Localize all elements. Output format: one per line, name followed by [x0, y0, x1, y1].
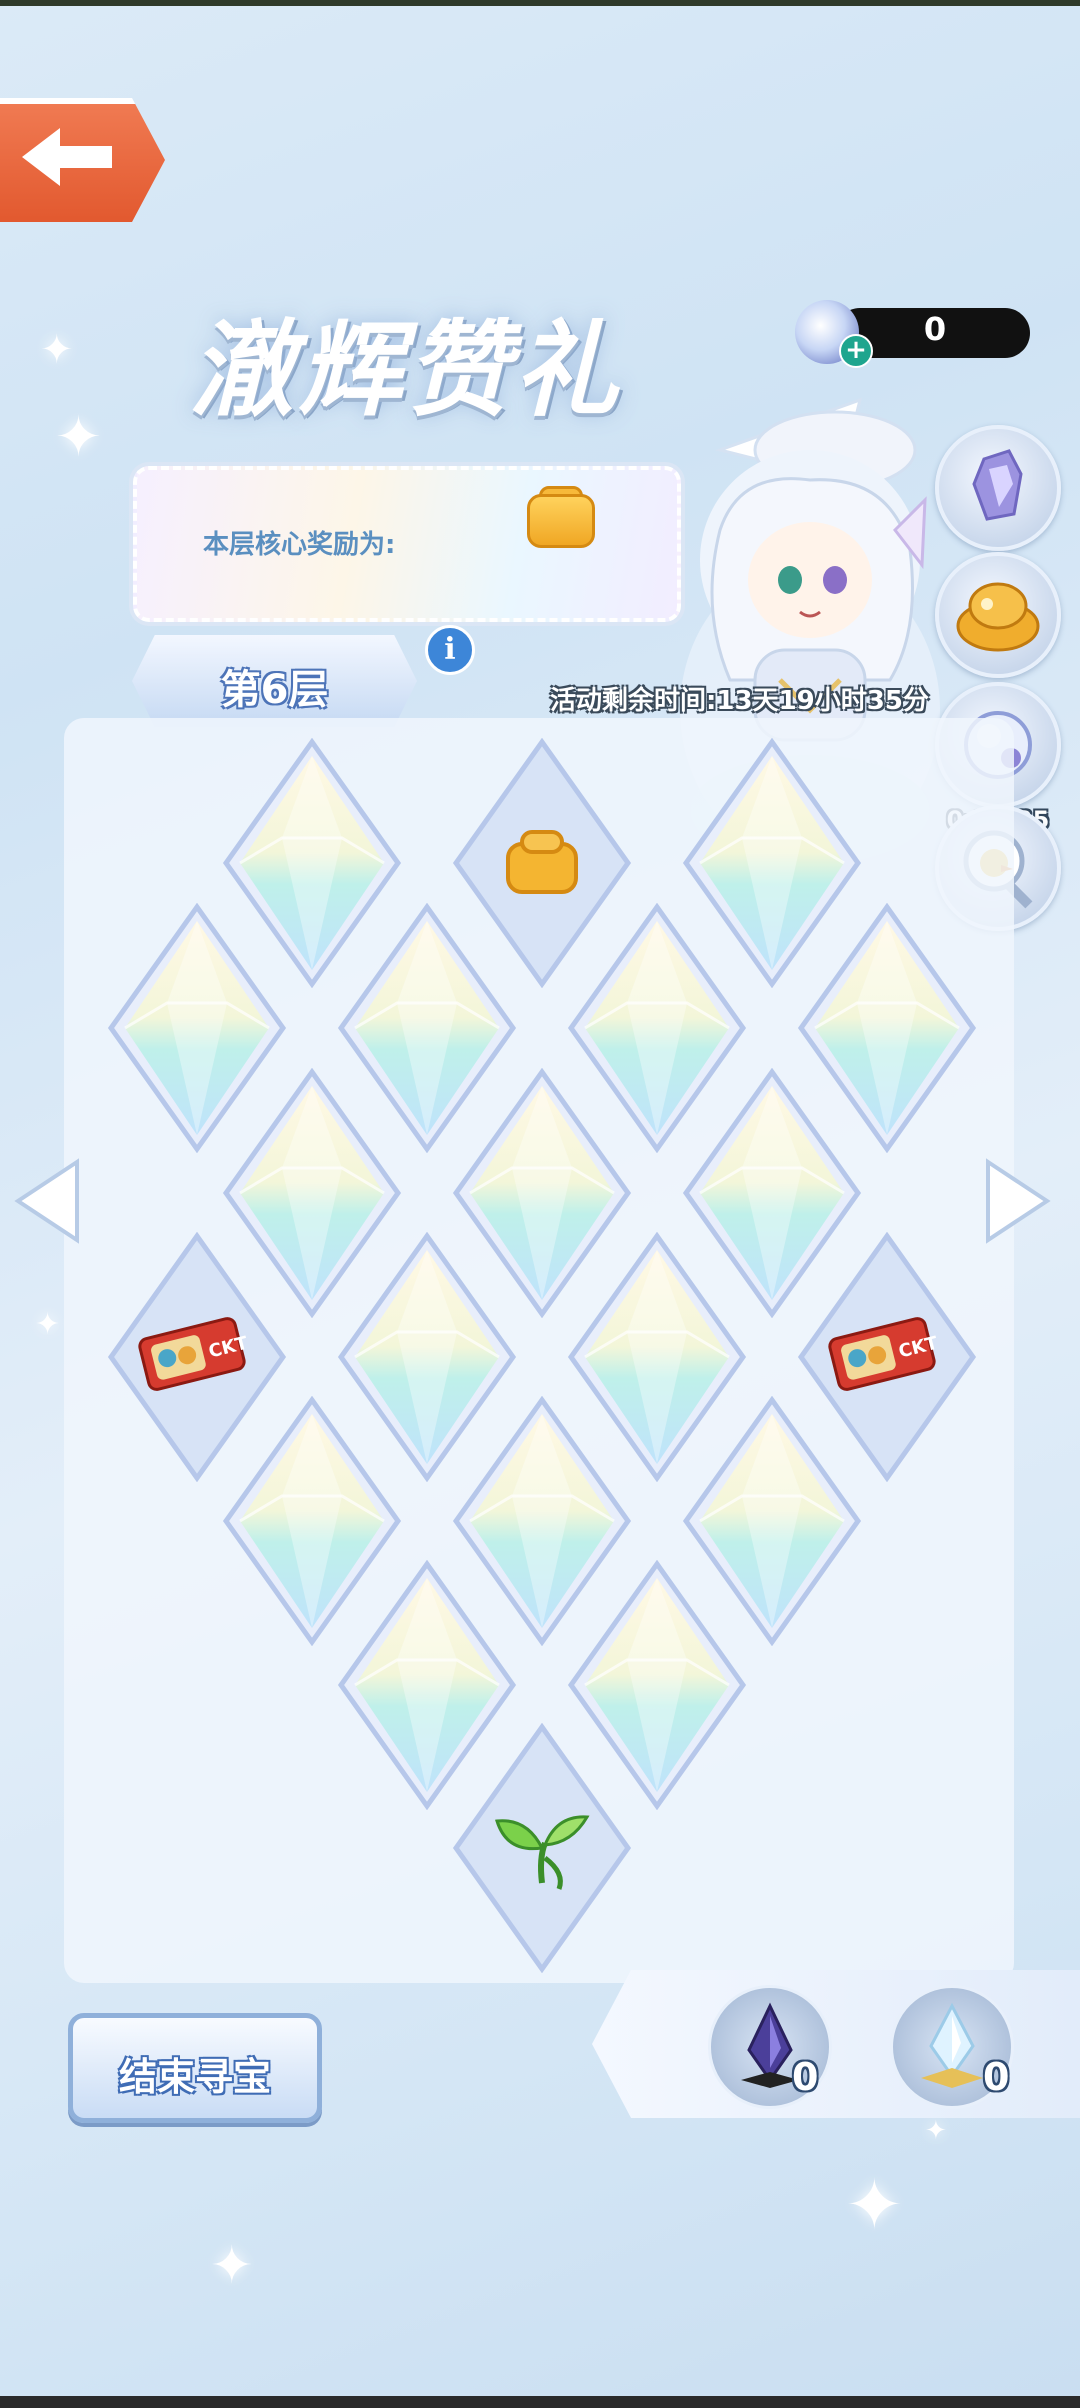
sparkle-icon: ✦: [845, 2164, 904, 2246]
treasure-bag-icon: [506, 830, 578, 894]
golden-pile-icon: [956, 582, 1040, 652]
floor-label: 第6层: [220, 667, 329, 713]
info-button[interactable]: i: [425, 625, 475, 675]
currency-value: 0: [923, 310, 947, 348]
side-button-gold[interactable]: [935, 552, 1061, 678]
ticket-icon: CKT: [828, 1317, 937, 1391]
light-crystal-count: 0: [983, 2055, 1010, 2099]
dark-crystal-count: 0: [792, 2055, 819, 2099]
end-treasure-hunt-button[interactable]: 结束寻宝: [68, 2013, 322, 2123]
sparkle-icon: ✦: [40, 327, 74, 373]
revealed-tile: [452, 1723, 632, 1973]
ticket-icon: CKT: [138, 1317, 247, 1391]
next-floor-button[interactable]: [983, 1158, 1053, 1244]
core-reward-label: 本层核心奖励为:: [203, 530, 396, 560]
side-button-crystal[interactable]: [935, 425, 1061, 551]
sparkle-icon: ✦: [210, 2236, 254, 2296]
event-title: 澈辉赞礼: [190, 308, 623, 431]
chevron-left-icon: [14, 1158, 79, 1244]
add-currency-button[interactable]: +: [839, 334, 873, 368]
sprout-icon: [495, 1815, 590, 1890]
status-strip: [0, 0, 1080, 6]
chevron-right-icon: [986, 1158, 1051, 1244]
nav-strip: [0, 2396, 1080, 2408]
sparkle-icon: ✦: [55, 405, 102, 470]
treasure-bag-icon: [523, 482, 595, 548]
core-reward-panel: 本层核心奖励为:: [133, 466, 681, 622]
sparkle-icon: ✦: [925, 2116, 947, 2146]
crystal-icon: [972, 449, 1023, 521]
previous-floor-button[interactable]: [12, 1158, 82, 1244]
back-button[interactable]: [0, 98, 165, 222]
event-time-remaining: 活动剩余时间:13天19小时35分: [550, 686, 929, 716]
floor-tab: 第6层: [132, 635, 417, 727]
back-arrow-icon: [22, 128, 112, 186]
sparkle-icon: ✦: [35, 1307, 61, 1342]
currency-counter[interactable]: 0 +: [795, 300, 1030, 368]
end-button-label: 结束寻宝: [118, 2055, 271, 2099]
